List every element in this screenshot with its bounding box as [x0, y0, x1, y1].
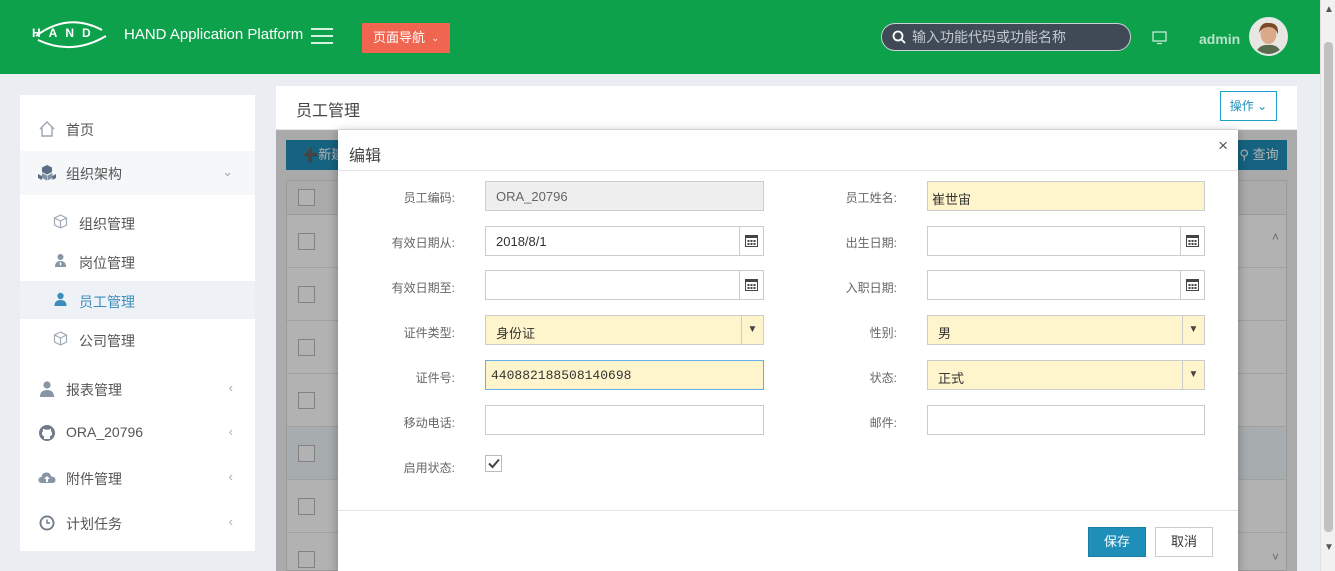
- sidebar-item-attachments[interactable]: 附件管理 ‹: [20, 456, 255, 500]
- chevron-left-icon: ‹: [228, 469, 233, 484]
- close-icon[interactable]: ×: [1218, 136, 1228, 156]
- chevron-left-icon: ‹: [228, 424, 233, 439]
- content-header: 员工管理 操作 ⌄: [276, 86, 1297, 130]
- gender-label: 性别:: [869, 326, 897, 340]
- effective-to-field[interactable]: [485, 270, 764, 300]
- cancel-button[interactable]: 取消: [1155, 527, 1213, 557]
- birth-date-field[interactable]: [927, 226, 1205, 256]
- scrollbar-thumb[interactable]: [1324, 42, 1333, 532]
- dropdown-caret-icon[interactable]: ▼: [1182, 361, 1204, 389]
- employee-code-label: 员工编码:: [403, 191, 455, 205]
- search-icon: [892, 30, 906, 44]
- email-field[interactable]: [927, 405, 1205, 435]
- calendar-icon[interactable]: [1180, 271, 1204, 299]
- svg-text:HAND: HAND: [32, 26, 99, 40]
- top-bar: HAND HAND Application Platform 页面导航 ⌄ ad…: [0, 0, 1320, 74]
- calendar-icon[interactable]: [739, 271, 763, 299]
- hand-logo[interactable]: HAND: [28, 16, 112, 52]
- sidebar-item-ora[interactable]: ORA_20796 ‹: [20, 411, 255, 455]
- birth-date-label: 出生日期:: [845, 236, 897, 250]
- user-tie-icon: [55, 254, 66, 267]
- user-name[interactable]: admin: [1199, 31, 1240, 47]
- sidebar-item-reports[interactable]: 报表管理 ‹: [20, 367, 255, 411]
- enabled-label: 启用状态:: [403, 461, 455, 475]
- search-input[interactable]: [912, 27, 1117, 47]
- email-label: 邮件:: [869, 416, 897, 430]
- mobile-field[interactable]: [485, 405, 764, 435]
- cloud-upload-icon: [38, 472, 56, 483]
- page-nav-button[interactable]: 页面导航 ⌄: [362, 23, 450, 53]
- chevron-up-icon[interactable]: ˄: [1272, 230, 1279, 244]
- modal-header: 编辑 ×: [338, 130, 1238, 171]
- check-icon: [488, 458, 500, 469]
- page-title: 员工管理: [296, 103, 361, 120]
- scroll-down-icon[interactable]: ▼: [1324, 542, 1334, 553]
- save-button[interactable]: 保存: [1088, 527, 1146, 557]
- grid-scrollbar[interactable]: ˄ ˅: [1268, 180, 1288, 571]
- hire-date-label: 入职日期:: [845, 281, 897, 295]
- page-nav-label: 页面导航: [373, 30, 426, 45]
- chevron-down-icon: ⌄: [222, 164, 233, 179]
- app-title: HAND Application Platform: [124, 26, 304, 43]
- chevron-down-icon: ⌄: [1257, 99, 1268, 113]
- menu-toggle-icon[interactable]: [311, 28, 333, 46]
- modal-footer: 保存 取消: [338, 510, 1238, 571]
- effective-to-label: 有效日期至:: [391, 281, 455, 295]
- cube-icon: [53, 331, 68, 346]
- monitor-icon[interactable]: [1152, 31, 1168, 48]
- modal-title: 编辑: [349, 148, 382, 165]
- effective-from-label: 有效日期从:: [391, 236, 455, 250]
- sidebar-item-position-manage[interactable]: 岗位管理: [20, 242, 255, 280]
- github-icon: [39, 425, 55, 441]
- clock-icon: [39, 515, 55, 531]
- employee-name-label: 员工姓名:: [845, 191, 897, 205]
- dropdown-caret-icon[interactable]: ▼: [741, 316, 763, 344]
- search-box[interactable]: [881, 23, 1131, 51]
- gender-select[interactable]: 男 ▼: [927, 315, 1205, 345]
- id-number-field[interactable]: 440882188508140698: [485, 360, 764, 390]
- sidebar: 首页 组织架构 ⌄ 组织管理 岗位管理 员工管理 公司管理 报表管理 ‹ ORA…: [20, 95, 255, 551]
- sidebar-item-employee-manage[interactable]: 员工管理: [20, 281, 255, 319]
- edit-modal: 编辑 × 员工编码: ORA_20796 员工姓名: 崔世宙 有效日期从: 20…: [338, 130, 1238, 571]
- sidebar-item-home[interactable]: 首页: [20, 107, 255, 151]
- dropdown-caret-icon[interactable]: ▼: [1182, 316, 1204, 344]
- chevron-down-icon[interactable]: ˅: [1272, 550, 1279, 564]
- mobile-label: 移动电话:: [403, 416, 455, 430]
- operations-button[interactable]: 操作 ⌄: [1220, 91, 1277, 121]
- user-icon: [54, 292, 67, 306]
- sidebar-item-company-manage[interactable]: 公司管理: [20, 320, 255, 358]
- id-type-select[interactable]: 身份证 ▼: [485, 315, 764, 345]
- id-number-label: 证件号:: [415, 371, 455, 385]
- chevron-left-icon: ‹: [228, 514, 233, 529]
- chevron-down-icon: ⌄: [431, 33, 439, 43]
- sidebar-item-org[interactable]: 组织架构 ⌄: [20, 151, 255, 195]
- id-type-label: 证件类型:: [403, 326, 455, 340]
- calendar-icon[interactable]: [739, 227, 763, 255]
- home-icon: [39, 121, 55, 137]
- status-select[interactable]: 正式 ▼: [927, 360, 1205, 390]
- sidebar-item-org-manage[interactable]: 组织管理: [20, 203, 255, 241]
- chevron-left-icon: ‹: [228, 380, 233, 395]
- scroll-up-icon[interactable]: ▲: [1324, 4, 1334, 15]
- employee-name-field[interactable]: 崔世宙: [927, 181, 1205, 211]
- effective-from-field[interactable]: 2018/8/1: [485, 226, 764, 256]
- hire-date-field[interactable]: [927, 270, 1205, 300]
- window-scrollbar[interactable]: ▲ ▼: [1320, 0, 1335, 571]
- employee-code-field: ORA_20796: [485, 181, 764, 211]
- sidebar-item-scheduled-tasks[interactable]: 计划任务 ‹: [20, 501, 255, 545]
- cubes-icon: [38, 165, 56, 181]
- user-icon: [40, 381, 54, 397]
- calendar-icon[interactable]: [1180, 227, 1204, 255]
- avatar[interactable]: [1249, 17, 1288, 56]
- cube-icon: [53, 214, 68, 229]
- enabled-checkbox[interactable]: [485, 455, 502, 472]
- status-label: 状态:: [869, 371, 897, 385]
